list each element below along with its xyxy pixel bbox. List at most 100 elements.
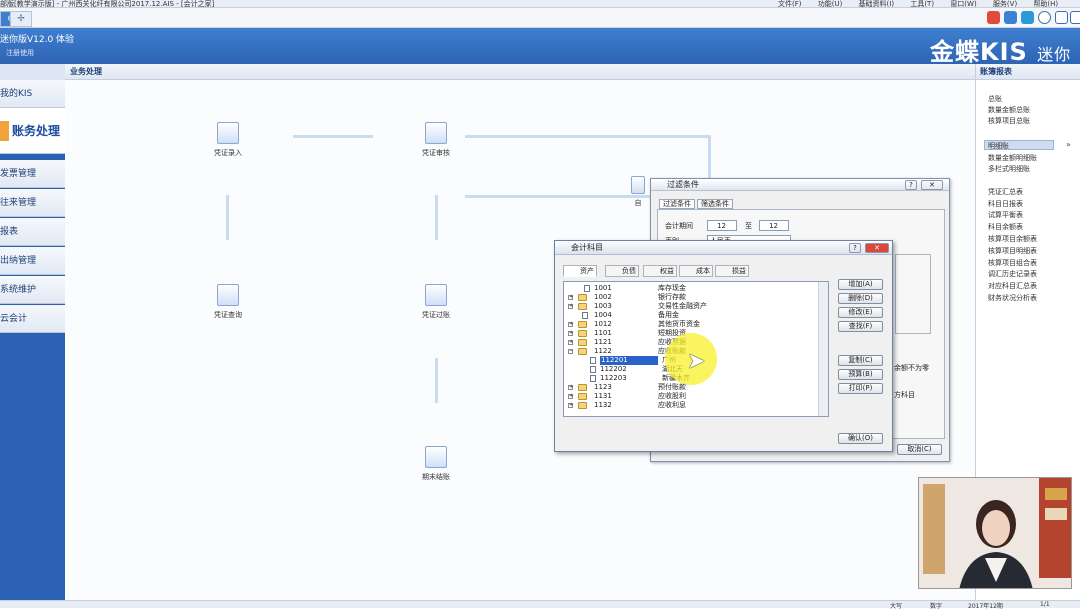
to-label: 至 xyxy=(745,222,752,230)
link-voucher-summary[interactable]: 凭证汇总表 xyxy=(988,187,1023,197)
node-voucher-review[interactable]: 凭证审核 xyxy=(406,122,466,158)
tree-row[interactable]: +1012 其他货币资金 xyxy=(564,320,812,329)
budget-button[interactable]: 预算(B) xyxy=(838,369,883,380)
status-bar: 大写 数字 2017年12期 1/1 xyxy=(0,600,1080,610)
node-voucher-entry[interactable]: 凭证录入 xyxy=(198,122,258,158)
delete-button[interactable]: 删除(D) xyxy=(838,293,883,304)
link-project-balance[interactable]: 核算项目余额表 xyxy=(988,234,1037,244)
smile-icon[interactable] xyxy=(1038,11,1051,24)
edit-button[interactable]: 修改(E) xyxy=(838,307,883,318)
mouse-pointer-icon: ➤ xyxy=(687,349,706,374)
help-button[interactable]: ? xyxy=(849,243,861,253)
nav-reports[interactable]: 报表 xyxy=(0,218,65,246)
tree-row[interactable]: 1004 备用金 xyxy=(564,311,812,320)
gavel-icon xyxy=(425,446,447,468)
nonzero-balance-label: 余额不为零 xyxy=(894,364,929,372)
filter-dialog-titlebar: 过滤条件 ? ✕ xyxy=(651,179,949,191)
status-page: 1/1 xyxy=(1040,601,1050,608)
status-caps: 大写 xyxy=(890,603,903,610)
right-panel-title: 账簿报表 xyxy=(976,64,1080,80)
menu-tools[interactable]: 工具(T) xyxy=(910,0,934,8)
tree-row[interactable]: 1001 库存现金 xyxy=(564,284,812,293)
tab-new[interactable]: ✢ xyxy=(10,11,32,27)
section-header: 业务处理 xyxy=(65,64,975,80)
app-icon-2[interactable] xyxy=(1004,11,1017,24)
link-multi-column[interactable]: 多栏式明细账 xyxy=(988,164,1030,174)
account-option-label: 方科目 xyxy=(894,391,915,399)
period-from-input[interactable]: 12 xyxy=(707,220,737,231)
version-label: 迷你版V12.0 体验 xyxy=(0,35,75,45)
copy-button[interactable]: 复制(C) xyxy=(838,355,883,366)
nav-system[interactable]: 系统维护 xyxy=(0,276,65,304)
link-counter-account[interactable]: 对应科目汇总表 xyxy=(988,281,1037,291)
menu-basic-data[interactable]: 基础资料(I) xyxy=(859,0,895,8)
ledger-icon xyxy=(0,121,9,141)
nav-my-kis[interactable]: 我的KIS xyxy=(0,80,65,108)
link-qty-amount-detail[interactable]: 数量金额明细账 xyxy=(988,153,1037,163)
tab-screen-conditions[interactable]: 筛选条件 xyxy=(697,199,733,209)
nav-cashier[interactable]: 出纳管理 xyxy=(0,247,65,275)
nav-accounting[interactable]: 账务处理 xyxy=(0,108,65,154)
tab-profit-loss[interactable]: 损益 xyxy=(715,265,749,277)
flow-arrow xyxy=(226,195,229,240)
left-nav: 我的KIS 账务处理 发票管理 往来管理 报表 出纳管理 系统维护 云会计 xyxy=(0,64,65,608)
tab-filter-conditions[interactable]: 过滤条件 xyxy=(659,199,695,209)
magnifier-icon xyxy=(425,122,447,144)
window-titlebar: 部版[教学演示版] - 广州西关化纤有限公司2017.12.AIS - [会计之… xyxy=(0,0,1080,8)
status-numlock: 数字 xyxy=(930,603,943,610)
link-daily-report[interactable]: 科目日报表 xyxy=(988,199,1023,209)
tab-assets[interactable]: 资产 xyxy=(563,265,597,277)
help-button[interactable]: ? xyxy=(905,180,917,190)
menu-service[interactable]: 服务(V) xyxy=(993,0,1017,8)
tree-scrollbar[interactable] xyxy=(818,282,828,416)
presenter-video xyxy=(918,477,1072,589)
link-qty-amount-ledger[interactable]: 数量金额总账 xyxy=(988,105,1030,115)
nav-ar-ap[interactable]: 往来管理 xyxy=(0,189,65,217)
document-icon xyxy=(631,176,645,194)
menu-window[interactable]: 窗口(W) xyxy=(950,0,976,8)
link-general-ledger[interactable]: 总账 xyxy=(988,94,1002,104)
node-voucher-post[interactable]: 凭证过账 xyxy=(406,284,466,320)
account-dialog-titlebar: 会计科目 ? ✕ xyxy=(555,241,892,255)
period-to-input[interactable]: 12 xyxy=(759,220,789,231)
nav-invoice[interactable]: 发票管理 xyxy=(0,160,65,188)
tree-row[interactable]: +1003 交易性金融资产 xyxy=(564,302,812,311)
message-icon[interactable] xyxy=(1055,11,1068,24)
find-button[interactable]: 查找(F) xyxy=(838,321,883,332)
menu-help[interactable]: 帮助(H) xyxy=(1033,0,1058,8)
settings-icon[interactable] xyxy=(1070,11,1080,24)
tree-row[interactable]: +1132 应收利息 xyxy=(564,401,812,410)
add-button[interactable]: 增加(A) xyxy=(838,279,883,290)
register-link[interactable]: 注册使用 xyxy=(6,48,34,58)
presenter-image xyxy=(919,478,1071,588)
link-account-balance[interactable]: 科目余额表 xyxy=(988,222,1023,232)
link-detail-ledger[interactable]: 明细账 xyxy=(988,141,1009,151)
search-icon xyxy=(217,284,239,306)
tab-cost[interactable]: 成本 xyxy=(679,265,713,277)
link-project-detail[interactable]: 核算项目明细表 xyxy=(988,246,1037,256)
print-button[interactable]: 打印(P) xyxy=(838,383,883,394)
tab-liabilities[interactable]: 负债 xyxy=(605,265,639,277)
chevron-right-icon[interactable]: » xyxy=(1066,140,1071,149)
menu-file[interactable]: 文件(F) xyxy=(778,0,802,8)
close-button[interactable]: ✕ xyxy=(921,180,943,190)
options-group xyxy=(895,254,931,334)
link-financial-analysis[interactable]: 财务状况分析表 xyxy=(988,293,1037,303)
link-exchange-history[interactable]: 调汇历史记录表 xyxy=(988,269,1037,279)
cloud-icon[interactable] xyxy=(1021,11,1034,24)
tree-row[interactable]: +1131 应收股利 xyxy=(564,392,812,401)
tree-row[interactable]: +1002 银行存款 xyxy=(564,293,812,302)
link-project-ledger[interactable]: 核算项目总账 xyxy=(988,116,1030,126)
node-voucher-query[interactable]: 凭证查询 xyxy=(198,284,258,320)
menu-function[interactable]: 功能(U) xyxy=(818,0,843,8)
ok-button[interactable]: 确认(O) xyxy=(838,433,883,444)
tab-equity[interactable]: 权益 xyxy=(643,265,677,277)
node-auto[interactable]: 自 xyxy=(626,176,650,208)
close-button[interactable]: ✕ xyxy=(865,243,889,253)
node-period-close[interactable]: 期末结账 xyxy=(406,446,466,482)
app-icon-1[interactable] xyxy=(987,11,1000,24)
cancel-button[interactable]: 取消(C) xyxy=(897,444,942,455)
nav-cloud[interactable]: 云会计 xyxy=(0,305,65,333)
link-project-combo[interactable]: 核算项目组合表 xyxy=(988,258,1037,268)
link-trial-balance[interactable]: 试算平衡表 xyxy=(988,210,1023,220)
